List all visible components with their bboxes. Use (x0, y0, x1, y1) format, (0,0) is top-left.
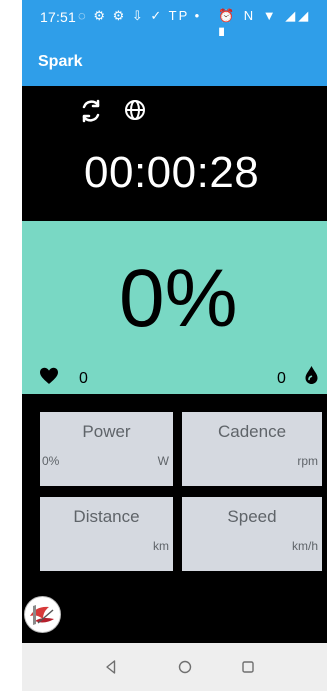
heart-rate-value: 0 (79, 370, 88, 387)
status-time: 17:51 (40, 9, 77, 25)
recents-icon[interactable] (239, 658, 257, 676)
globe-icon[interactable] (123, 98, 147, 122)
distance-unit: km (153, 539, 169, 553)
timer-panel: 00:00:28 (22, 86, 327, 221)
speed-metric-card: Speed km/h (182, 497, 322, 571)
heart-icon (40, 367, 58, 384)
home-icon[interactable] (176, 658, 194, 676)
system-navigation-bar (22, 643, 327, 691)
screen: 17:51 ◌ ⚙ ⚙ ⇩ ✓ TP • ⏰ N ▼ ◢◢ ▮ Spark 00… (0, 0, 327, 691)
status-bar: 17:51 ◌ ⚙ ⚙ ⇩ ✓ TP • ⏰ N ▼ ◢◢ ▮ (22, 0, 327, 39)
power-metric-card: Power 0% W (40, 412, 173, 486)
drop-icon (305, 366, 318, 384)
speed-label: Speed (227, 507, 277, 526)
power-unit: W (157, 454, 169, 468)
progress-panel: 0% 0 0 (22, 221, 327, 394)
distance-label: Distance (73, 507, 140, 526)
cadence-label: Cadence (217, 422, 287, 441)
app-title: Spark (38, 53, 83, 70)
app-logo-button[interactable] (24, 596, 61, 633)
power-label: Power (82, 422, 131, 441)
power-value: 0% (42, 454, 60, 468)
status-icons-left: ◌ ⚙ ⚙ ⇩ ✓ TP • (78, 8, 202, 23)
distance-metric-card: Distance km (40, 497, 173, 571)
app-bar: Spark (22, 36, 327, 86)
app-logo-icon (26, 598, 59, 631)
progress-percentage: 0% (119, 253, 238, 344)
sync-icon[interactable] (77, 97, 105, 125)
elapsed-timer: 00:00:28 (84, 148, 260, 197)
back-icon[interactable] (102, 658, 120, 676)
cadence-unit: rpm (297, 454, 318, 468)
speed-unit: km/h (291, 539, 318, 553)
cadence-metric-card: Cadence rpm (182, 412, 322, 486)
drop-value: 0 (277, 370, 286, 387)
metrics-panel: Power 0% W Cadence rpm Distance km Speed… (22, 394, 327, 643)
